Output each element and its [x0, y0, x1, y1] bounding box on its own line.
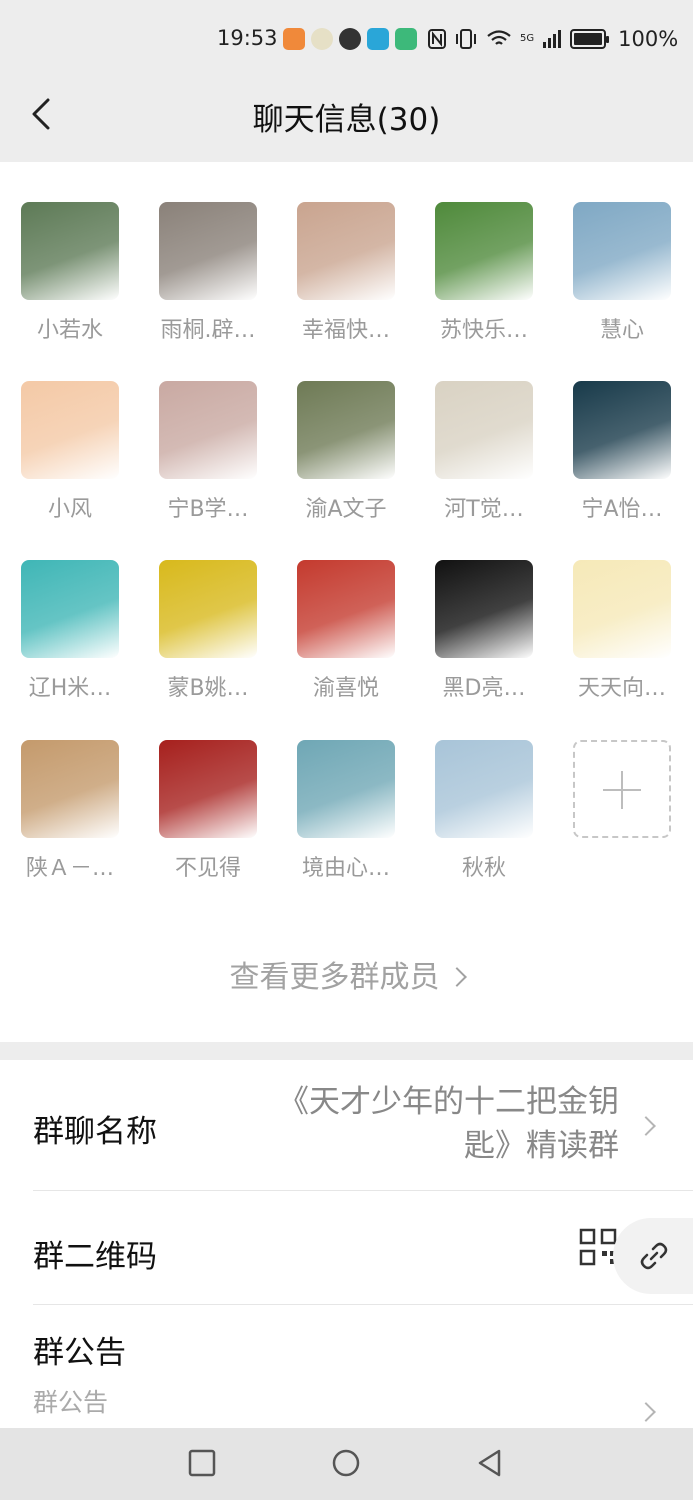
- avatar: [21, 381, 119, 479]
- member-item[interactable]: 渝喜悦: [286, 560, 406, 710]
- member-item[interactable]: 陕Ａ－…: [10, 740, 130, 890]
- avatar: [435, 381, 533, 479]
- member-name: 蒙B姚…: [167, 676, 249, 701]
- notification-icons: [283, 26, 417, 52]
- qr-code-icon: [579, 1228, 617, 1266]
- member-name: 辽H米…: [28, 676, 112, 701]
- member-name: 不见得: [174, 856, 241, 881]
- member-item[interactable]: 渝A文子: [286, 381, 406, 531]
- avatar: [159, 740, 257, 838]
- avatar: [435, 202, 533, 300]
- weather-icon: [311, 28, 333, 50]
- avatar: [21, 202, 119, 300]
- member-item[interactable]: 苏快乐…: [424, 202, 544, 352]
- member-name: 黑D亮…: [442, 676, 526, 701]
- page-title: 聊天信息(30): [252, 102, 441, 138]
- member-name: 幸福快…: [301, 318, 390, 343]
- wifi-icon: [487, 30, 511, 45]
- avatar: [159, 202, 257, 300]
- avatar: [435, 740, 533, 838]
- member-name: 宁A怡…: [581, 497, 663, 522]
- avatar: [573, 202, 671, 300]
- qr-code-label: 群二维码: [33, 1239, 157, 1275]
- avatar: [573, 560, 671, 658]
- member-name: 秋秋: [461, 856, 506, 881]
- member-name: 小风: [47, 497, 92, 522]
- member-item[interactable]: 幸福快…: [286, 202, 406, 352]
- members-panel: 小若水 雨桐.辟… 幸福快… 苏快乐… 慧心小风 宁B学… 渝A文子 河T觉… 宁A怡… 辽H米……: [0, 162, 693, 1042]
- status-bar: 19:53 5G 100%: [0, 0, 693, 78]
- announcement-placeholder: 群公告: [33, 1388, 109, 1417]
- signal-icon: [543, 30, 562, 48]
- avatar: [297, 560, 395, 658]
- member-name: 苏快乐…: [439, 318, 528, 343]
- status-time: 19:53: [217, 26, 278, 50]
- member-item[interactable]: 境由心…: [286, 740, 406, 890]
- battery-level: [574, 33, 603, 45]
- link-icon: [640, 1242, 668, 1270]
- avatar: [297, 202, 395, 300]
- avatar: [297, 381, 395, 479]
- avatar: [573, 381, 671, 479]
- announcement-row[interactable]: 群公告 群公告: [0, 1305, 693, 1428]
- chat-bubble-icon: [339, 28, 361, 50]
- nfc-icon: [428, 29, 446, 49]
- member-item[interactable]: 宁B学…: [148, 381, 268, 531]
- member-item[interactable]: 河T觉…: [424, 381, 544, 531]
- nav-bar: 聊天信息(30): [0, 78, 693, 162]
- avatar: [21, 740, 119, 838]
- member-name: 慧心: [599, 318, 644, 343]
- member-item[interactable]: 黑D亮…: [424, 560, 544, 710]
- member-item[interactable]: 小若水: [10, 202, 130, 352]
- recent-apps-button[interactable]: [187, 1448, 217, 1478]
- member-name: 河T觉…: [444, 497, 524, 522]
- member-name: 雨桐.辟…: [160, 318, 256, 343]
- battery-icon: [570, 29, 610, 49]
- network-type: 5G: [520, 33, 535, 44]
- system-navigation-bar: [0, 1428, 693, 1500]
- avatar: [159, 560, 257, 658]
- shield-app-icon: [283, 28, 305, 50]
- member-item[interactable]: 小风: [10, 381, 130, 531]
- member-item[interactable]: 秋秋: [424, 740, 544, 890]
- home-button[interactable]: [331, 1448, 361, 1478]
- avatar: [435, 560, 533, 658]
- member-item[interactable]: 雨桐.辟…: [148, 202, 268, 352]
- member-item[interactable]: 不见得: [148, 740, 268, 890]
- avatar: [21, 560, 119, 658]
- member-name: 宁B学…: [167, 497, 249, 522]
- book-app-icon: [367, 28, 389, 50]
- avatar: [297, 740, 395, 838]
- member-item[interactable]: 辽H米…: [10, 560, 130, 710]
- member-item[interactable]: 慧心: [562, 202, 682, 352]
- system-status: 5G 100%: [428, 26, 678, 52]
- announcement-label: 群公告: [33, 1335, 126, 1371]
- avatar: [159, 381, 257, 479]
- group-name-value: 《天才少年的十二把金钥 匙》精读群: [278, 1084, 619, 1164]
- member-name: 小若水: [36, 318, 103, 343]
- group-name-row[interactable]: 群聊名称 《天才少年的十二把金钥 匙》精读群: [0, 1060, 693, 1190]
- member-name: 境由心…: [301, 856, 390, 881]
- plus-icon: [573, 740, 671, 838]
- group-name-label: 群聊名称: [33, 1114, 157, 1150]
- battery-percent: 100%: [618, 27, 679, 51]
- member-name: 渝喜悦: [312, 676, 379, 701]
- member-name: 陕Ａ－…: [25, 856, 114, 881]
- view-more-members-link[interactable]: 查看更多群成员: [0, 952, 693, 996]
- vibrate-icon: [456, 29, 476, 49]
- wifi-app-icon: [395, 28, 417, 50]
- member-name: 渝A文子: [305, 497, 387, 522]
- chevron-right-icon: [636, 1402, 656, 1422]
- member-item[interactable]: 天天向…: [562, 560, 682, 710]
- floating-link-button[interactable]: [613, 1218, 693, 1294]
- group-settings: 群聊名称 《天才少年的十二把金钥 匙》精读群 群二维码 群公告 群公告: [0, 1060, 693, 1428]
- back-nav-button[interactable]: [475, 1448, 505, 1478]
- member-item[interactable]: 宁A怡…: [562, 381, 682, 531]
- member-item[interactable]: 蒙B姚…: [148, 560, 268, 710]
- add-member-button[interactable]: [562, 740, 682, 890]
- chevron-right-icon: [636, 1116, 656, 1136]
- member-name: 天天向…: [577, 676, 666, 701]
- chevron-right-icon: [446, 967, 467, 987]
